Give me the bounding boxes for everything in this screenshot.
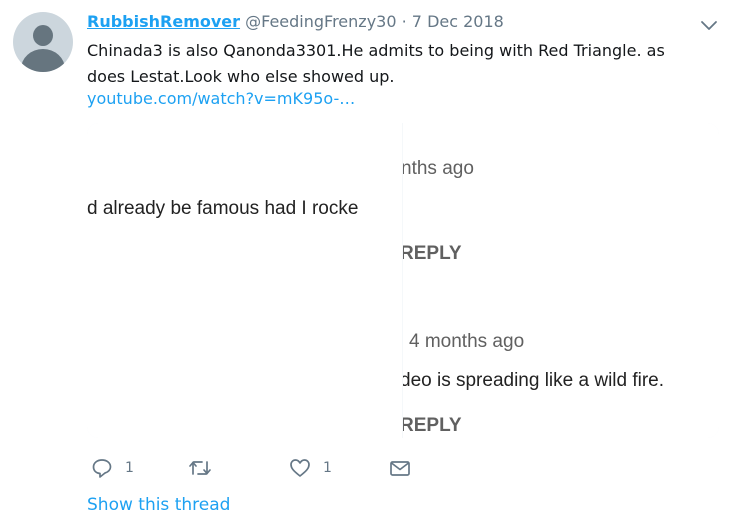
comment2-reply: REPLY bbox=[403, 415, 462, 436]
reply-icon bbox=[92, 459, 112, 478]
comment2-time: 4 months ago bbox=[409, 331, 525, 352]
user-handle[interactable]: @FeedingFrenzy30 bbox=[245, 12, 396, 31]
comment2-text: deo is spreading like a wild fire. bbox=[403, 370, 665, 391]
chevron-down-icon[interactable] bbox=[700, 18, 718, 32]
tweet-link[interactable]: youtube.com/watch?v=mK95o-… bbox=[87, 89, 355, 108]
message-icon bbox=[390, 461, 410, 476]
message-button[interactable] bbox=[389, 453, 411, 483]
retweet-icon bbox=[189, 461, 211, 475]
retweet-button[interactable] bbox=[188, 453, 212, 483]
display-name[interactable]: RubbishRemover bbox=[87, 12, 240, 31]
media-image-left[interactable]: d already be famous had I rocke bbox=[87, 123, 402, 438]
tweet-header: RubbishRemover @FeedingFrenzy30 · 7 Dec … bbox=[87, 12, 504, 32]
show-thread-link[interactable]: Show this thread bbox=[87, 495, 230, 515]
like-count: 1 bbox=[323, 460, 332, 476]
reply-button[interactable]: 1 bbox=[91, 453, 134, 483]
tweet-date[interactable]: 7 Dec 2018 bbox=[412, 12, 504, 31]
tweet: RubbishRemover @FeedingFrenzy30 · 7 Dec … bbox=[0, 0, 735, 527]
like-icon bbox=[290, 459, 310, 477]
tweet-text: Chinada3 is also Qanonda3301.He admits t… bbox=[87, 41, 665, 86]
comment-text-left: d already be famous had I rocke bbox=[87, 198, 359, 219]
comment1-reply: REPLY bbox=[403, 243, 462, 264]
reply-count: 1 bbox=[125, 460, 134, 476]
comment1-time: nths ago bbox=[403, 158, 474, 179]
media-card[interactable]: d already be famous had I rocke nths ago… bbox=[87, 123, 719, 438]
avatar-icon[interactable] bbox=[13, 12, 73, 72]
header-separator: · bbox=[401, 12, 407, 31]
like-button[interactable]: 1 bbox=[289, 453, 332, 483]
media-image-right[interactable]: nths ago REPLY 4 months ago deo is sprea… bbox=[403, 123, 719, 438]
